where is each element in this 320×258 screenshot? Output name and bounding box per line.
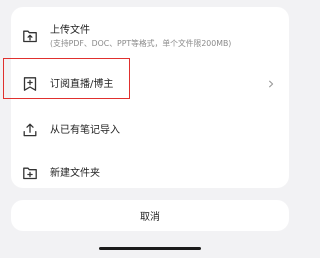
upload-file-option[interactable]: 上传文件 (支持PDF、DOC、PPT等格式，单个文件限200MB) (11, 15, 289, 57)
upload-folder-icon (22, 28, 38, 44)
bookmark-plus-icon (22, 76, 38, 92)
home-indicator[interactable] (99, 247, 201, 250)
upload-file-hint: (支持PDF、DOC、PPT等格式，单个文件限200MB) (50, 38, 232, 48)
new-folder-label: 新建文件夹 (50, 167, 100, 179)
new-folder-option[interactable]: 新建文件夹 (11, 153, 289, 188)
subscribe-live-blogger-option[interactable]: 订阅直播/博主 (11, 63, 289, 105)
upload-icon (22, 122, 38, 138)
import-from-notes-option[interactable]: 从已有笔记导入 (11, 110, 289, 150)
import-from-notes-label: 从已有笔记导入 (50, 124, 120, 136)
upload-file-label: 上传文件 (50, 24, 90, 36)
action-sheet: 上传文件 (支持PDF、DOC、PPT等格式，单个文件限200MB) 订阅直播/… (11, 7, 289, 188)
subscribe-live-blogger-label: 订阅直播/博主 (50, 78, 114, 90)
folder-plus-icon (22, 165, 38, 181)
chevron-right-icon (267, 80, 275, 88)
cancel-button[interactable]: 取消 (11, 200, 289, 231)
